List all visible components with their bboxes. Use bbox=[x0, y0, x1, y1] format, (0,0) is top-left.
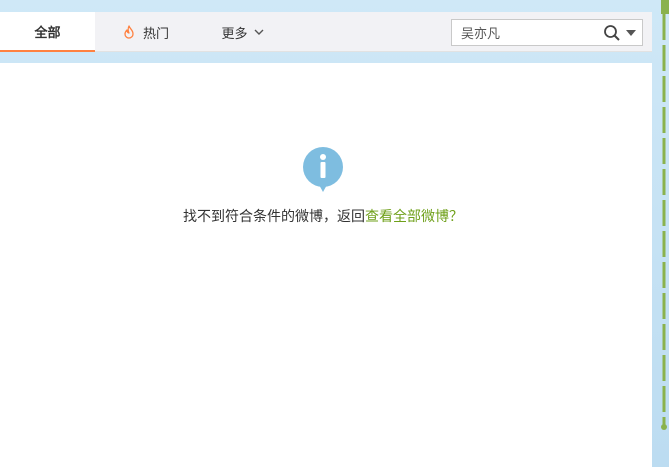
dropdown-arrow-icon[interactable] bbox=[626, 30, 636, 37]
tab-more-dropdown[interactable]: 更多 bbox=[210, 12, 276, 52]
view-all-weibo-link[interactable]: 查看全部微博？ bbox=[365, 209, 463, 225]
results-panel: 找不到符合条件的微博，返回查看全部微博？ bbox=[0, 63, 652, 467]
search-input[interactable] bbox=[452, 20, 600, 45]
tab-more-label: 更多 bbox=[221, 26, 248, 42]
tab-all-label: 全部 bbox=[34, 25, 61, 41]
search-icon[interactable] bbox=[603, 24, 621, 42]
empty-result-text: 找不到符合条件的微博，返回 bbox=[183, 209, 365, 225]
info-icon bbox=[303, 147, 343, 192]
tab-all[interactable]: 全部 bbox=[0, 12, 95, 52]
empty-result-message: 找不到符合条件的微博，返回查看全部微博？ bbox=[0, 206, 646, 226]
weibo-search-page: 全部 热门 更多 吴亦凡 找不到符合条件的微博，返回查看全部微博？ bbox=[0, 0, 669, 467]
fire-icon bbox=[124, 25, 134, 39]
filter-tab-bar: 全部 热门 更多 bbox=[0, 12, 652, 52]
tab-hot-label: 热门 bbox=[142, 26, 169, 42]
scroll-rail[interactable] bbox=[659, 0, 669, 467]
chevron-down-icon bbox=[254, 29, 263, 35]
search-box bbox=[451, 19, 643, 46]
tab-hot[interactable]: 热门 bbox=[112, 12, 180, 52]
